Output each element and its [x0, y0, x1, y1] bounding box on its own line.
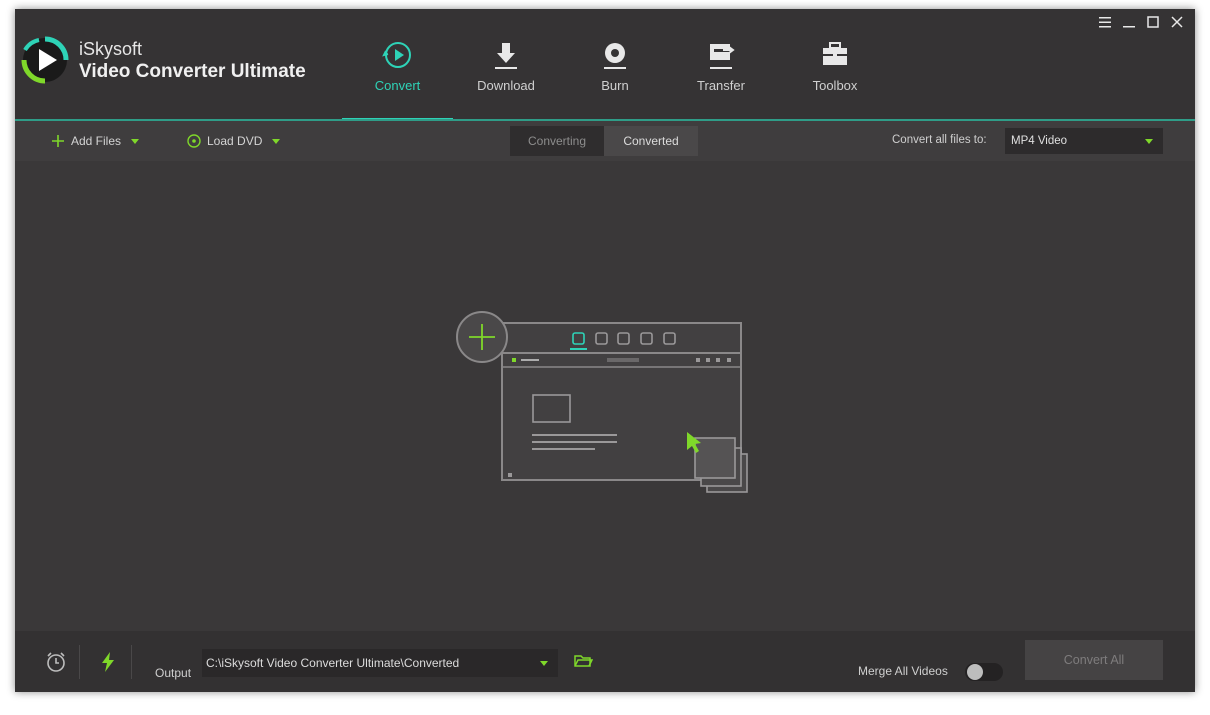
chevron-down-icon: [540, 660, 548, 666]
maximize-icon: [1147, 16, 1159, 28]
load-dvd-button[interactable]: Load DVD: [187, 121, 281, 161]
toolbox-icon: [823, 42, 847, 65]
divider: [131, 645, 132, 679]
add-files-button[interactable]: Add Files: [51, 121, 140, 161]
output-label: Output: [155, 666, 192, 680]
output-format-value: MP4 Video: [1011, 135, 1068, 147]
divider: [79, 645, 80, 679]
menu-button[interactable]: [1095, 13, 1115, 31]
convert-all-to-label: Convert all files to:: [892, 134, 987, 146]
output-path-value: C:\iSkysoft Video Converter Ultimate\Con…: [206, 656, 460, 670]
toggle-knob: [967, 664, 983, 680]
tab-toolbox-label: Toolbox: [812, 78, 858, 93]
tab-transfer-label: Transfer: [697, 78, 745, 93]
tab-transfer[interactable]: Transfer: [680, 9, 762, 119]
load-dvd-label: Load DVD: [207, 134, 263, 148]
download-icon: [495, 43, 517, 69]
brand-name: iSkysoft: [79, 39, 143, 59]
chevron-down-icon[interactable]: [272, 138, 281, 144]
lightning-icon[interactable]: [97, 651, 119, 673]
output-format-select[interactable]: MP4 Video: [1005, 128, 1163, 154]
bottom-bar: Output C:\iSkysoft Video Converter Ultim…: [15, 631, 1195, 692]
tab-converting[interactable]: Converting: [510, 126, 604, 156]
app-window: iSkysoft Video Converter Ultimate Conver…: [15, 9, 1195, 692]
product-name: Video Converter Ultimate: [79, 61, 306, 82]
merge-all-videos-toggle[interactable]: [965, 663, 1003, 681]
tab-burn-label: Burn: [601, 78, 629, 93]
minimize-icon: [1123, 26, 1135, 28]
hamburger-icon: [1099, 16, 1111, 27]
transfer-icon: [710, 44, 735, 69]
minimize-button[interactable]: [1119, 13, 1139, 31]
chevron-down-icon: [1145, 138, 1153, 144]
dvd-icon: [187, 134, 201, 148]
tab-converted[interactable]: Converted: [604, 126, 698, 156]
plus-icon: [52, 135, 64, 147]
window-controls: [1095, 13, 1187, 33]
tab-download-label: Download: [477, 78, 535, 93]
burn-icon: [604, 43, 626, 69]
conversion-status-toggle: Converting Converted: [510, 126, 698, 156]
add-files-label: Add Files: [71, 134, 122, 148]
add-files-illustration-icon[interactable]: [455, 309, 755, 499]
chevron-down-icon[interactable]: [131, 138, 140, 144]
tab-convert[interactable]: Convert: [342, 9, 453, 119]
merge-all-videos-label: Merge All Videos: [858, 664, 948, 678]
convert-icon: [381, 42, 411, 68]
folder-open-icon[interactable]: [573, 652, 593, 670]
app-logo-icon: [21, 36, 69, 84]
header: iSkysoft Video Converter Ultimate Conver…: [15, 9, 1195, 120]
maximize-button[interactable]: [1143, 13, 1163, 31]
file-drop-area[interactable]: [15, 161, 1195, 631]
tab-toolbox[interactable]: Toolbox: [795, 9, 875, 119]
tab-burn[interactable]: Burn: [575, 9, 655, 119]
tab-download[interactable]: Download: [453, 9, 559, 119]
convert-all-button[interactable]: Convert All: [1025, 640, 1163, 680]
close-button[interactable]: [1167, 13, 1187, 31]
toolbar: Add Files Load DVD Converting Converted …: [15, 121, 1195, 161]
output-path-select[interactable]: C:\iSkysoft Video Converter Ultimate\Con…: [202, 649, 558, 677]
alarm-clock-icon[interactable]: [45, 651, 67, 673]
close-icon: [1171, 16, 1183, 28]
tab-convert-label: Convert: [374, 78, 421, 93]
